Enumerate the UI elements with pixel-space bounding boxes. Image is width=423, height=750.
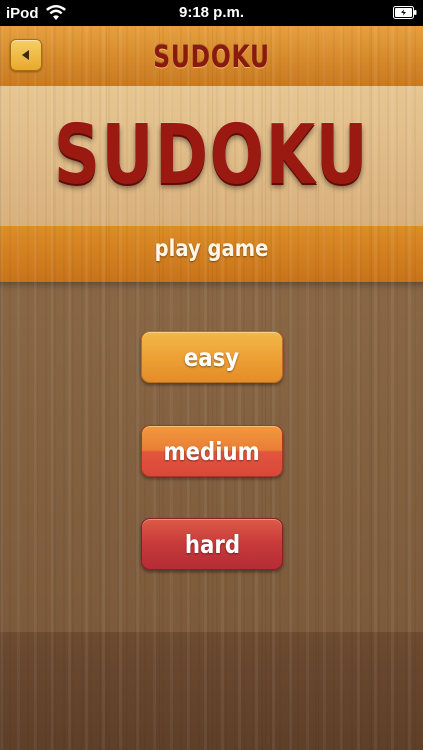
bottom-panel [0, 632, 423, 750]
easy-button-label: easy [184, 342, 240, 372]
medium-button-label: medium [163, 436, 261, 466]
nav-title: SUDOKU [153, 40, 270, 75]
back-button[interactable] [10, 39, 42, 71]
back-arrow-icon [22, 50, 29, 60]
medium-button[interactable]: medium [141, 425, 283, 477]
easy-button[interactable]: easy [141, 331, 283, 383]
play-game-label: play game [154, 236, 269, 262]
hard-button[interactable]: hard [141, 518, 283, 570]
hard-button-label: hard [184, 529, 240, 559]
status-bar: iPod 9:18 p.m. [0, 0, 423, 26]
status-time: 9:18 p.m. [178, 4, 245, 21]
battery-icon [393, 6, 417, 19]
hero-title: SUDOKU [53, 108, 370, 203]
